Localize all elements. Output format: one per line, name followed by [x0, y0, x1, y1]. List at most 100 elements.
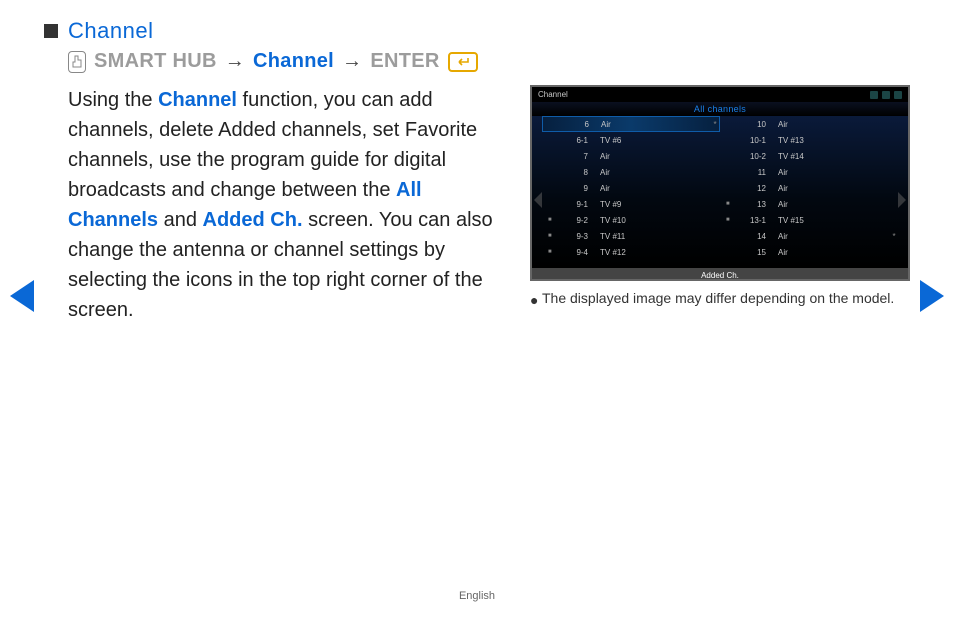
arrow-icon: → [342, 50, 362, 73]
channel-number: 9 [558, 184, 588, 193]
section-bullet-icon [44, 24, 58, 38]
row-mark-icon: ■ [548, 217, 554, 223]
tv-screenshot: Channel All channels 6Air*6-1TV #67Air8A… [530, 85, 910, 281]
table-row: 10-2TV #14 [720, 148, 898, 164]
channel-name: TV #9 [592, 200, 708, 209]
channel-name: TV #11 [592, 232, 708, 241]
channel-name: TV #13 [770, 136, 886, 145]
channel-number: 11 [736, 168, 766, 177]
row-tick-icon: * [711, 120, 719, 129]
row-mark-icon [548, 137, 554, 143]
channel-number: 10 [736, 120, 766, 129]
row-mark-icon: ■ [548, 249, 554, 255]
channel-number: 10-2 [736, 152, 766, 161]
table-row: ■ 13-1 TV #15 [720, 212, 898, 228]
row-mark-icon [549, 121, 555, 127]
table-row: 15 Air [720, 244, 898, 260]
tv-channel-list-right: 10Air10-1TV #1310-2TV #1411Air12Air■13Ai… [720, 116, 898, 268]
channel-name: Air [592, 168, 708, 177]
tv-tab-allchannels: All channels [532, 102, 908, 116]
row-mark-icon [726, 249, 732, 255]
screenshot-caption: ● The displayed image may differ dependi… [530, 289, 910, 307]
channel-number: 13 [736, 200, 766, 209]
channel-name: TV #15 [770, 216, 886, 225]
row-mark-icon [726, 185, 732, 191]
channel-number: 9-3 [558, 232, 588, 241]
table-row: 6 Air * [542, 116, 720, 132]
row-mark-icon [726, 121, 732, 127]
row-mark-icon [726, 233, 732, 239]
row-mark-icon: ■ [726, 217, 732, 223]
path-step-enter: ENTER [370, 50, 439, 73]
channel-name: TV #10 [592, 216, 708, 225]
enter-icon [448, 52, 478, 72]
channel-name: Air [770, 232, 886, 241]
menu-path: SMART HUB → Channel → ENTER [68, 50, 910, 73]
channel-number: 9-4 [558, 248, 588, 257]
next-page-button[interactable] [920, 280, 944, 312]
table-row: 7 Air [542, 148, 720, 164]
arrow-icon: → [225, 50, 245, 73]
row-mark-icon [726, 169, 732, 175]
tv-nav-right-icon [898, 192, 906, 208]
table-row: 14 Air * [720, 228, 898, 244]
link-channel: Channel [158, 89, 237, 111]
table-row: ■ 9-2 TV #10 [542, 212, 720, 228]
row-mark-icon [548, 153, 554, 159]
row-mark-icon [548, 201, 554, 207]
channel-number: 9-2 [558, 216, 588, 225]
table-row: ■ 9-3 TV #11 [542, 228, 720, 244]
smart-hub-touch-icon [68, 51, 86, 73]
tv-top-right-icons [870, 91, 902, 99]
channel-number: 7 [558, 152, 588, 161]
table-row: 10-1 TV #13 [720, 132, 898, 148]
channel-name: Air [770, 168, 886, 177]
prev-page-button[interactable] [10, 280, 34, 312]
body-fragment: and [158, 209, 202, 231]
info-icon [882, 91, 890, 99]
table-row: 12Air [720, 180, 898, 196]
body-text: Using the Channel function, you can add … [68, 85, 512, 325]
path-step-smarthub: SMART HUB [94, 50, 217, 73]
tv-footer-added-ch: Added Ch. [532, 268, 908, 281]
table-row: 6-1TV #6 [542, 132, 720, 148]
link-added-ch: Added Ch. [203, 209, 303, 231]
page-language-label: English [0, 590, 954, 602]
channel-number: 14 [736, 232, 766, 241]
channel-name: Air [593, 120, 707, 129]
table-row: 9 Air [542, 180, 720, 196]
channel-name: Air [592, 184, 708, 193]
tv-window-title: Channel [538, 90, 568, 99]
channel-name: Air [592, 152, 708, 161]
channel-name: Air [770, 120, 886, 129]
channel-name: TV #6 [592, 136, 708, 145]
row-tick-icon: * [890, 232, 898, 241]
tv-channel-list-left: 6Air*6-1TV #67Air8Air9Air9-1TV #9■9-2TV … [542, 116, 720, 268]
channel-number: 13-1 [736, 216, 766, 225]
table-row: 11 Air [720, 164, 898, 180]
bullet-icon: ● [530, 291, 538, 309]
channel-number: 6 [559, 120, 589, 129]
table-row: 9-1 TV #9 [542, 196, 720, 212]
table-row: 10 Air [720, 116, 898, 132]
row-mark-icon: ■ [548, 233, 554, 239]
channel-name: Air [770, 248, 886, 257]
antenna-icon [870, 91, 878, 99]
row-mark-icon [548, 185, 554, 191]
channel-name: TV #12 [592, 248, 708, 257]
caption-text: The displayed image may differ depending… [542, 290, 894, 306]
table-row: ■ 9-4 TV #12 [542, 244, 720, 260]
section-heading: Channel [68, 18, 153, 44]
channel-number: 15 [736, 248, 766, 257]
channel-name: Air [770, 184, 886, 193]
tv-nav-left-icon [534, 192, 542, 208]
channel-name: Air [770, 200, 886, 209]
row-mark-icon: ■ [726, 201, 732, 207]
settings-icon [894, 91, 902, 99]
channel-number: 10-1 [736, 136, 766, 145]
table-row: ■ 13 Air [720, 196, 898, 212]
table-row: 8Air [542, 164, 720, 180]
body-fragment: Using the [68, 89, 158, 111]
row-mark-icon [726, 137, 732, 143]
channel-number: 9-1 [558, 200, 588, 209]
